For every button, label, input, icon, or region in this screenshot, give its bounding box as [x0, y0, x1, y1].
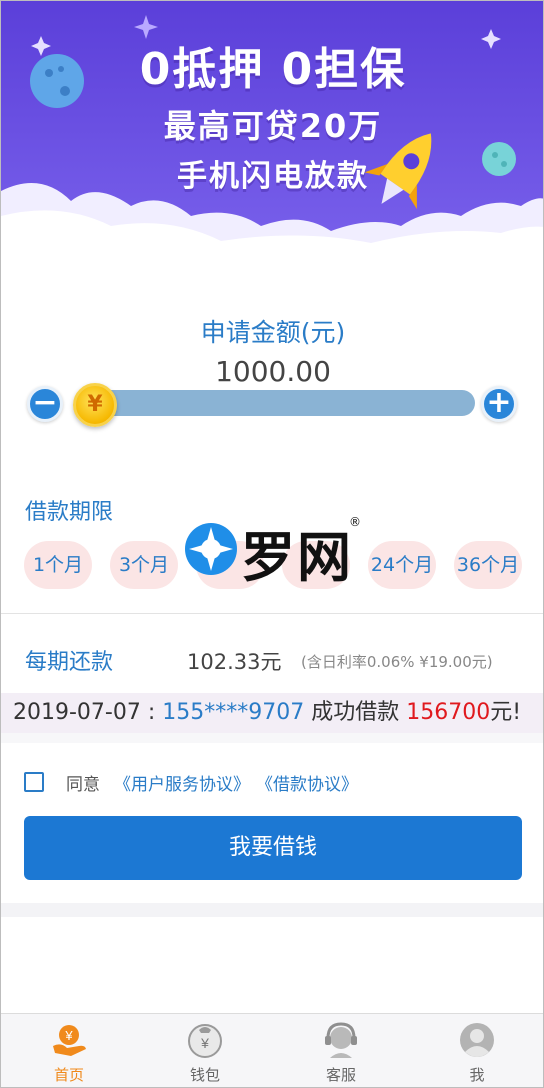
watermark-text: 罗网: [241, 526, 353, 589]
banner-max-amount: 最高可贷20万: [163, 107, 383, 145]
watermark-logo: 罗网 ®: [183, 513, 363, 589]
section-divider: [1, 613, 543, 614]
tab-customer-service[interactable]: 客服: [273, 1014, 409, 1087]
ticker-phone: 155****9707: [162, 700, 305, 725]
term-option-1-month[interactable]: 1个月: [24, 541, 92, 589]
term-title: 借款期限: [25, 500, 114, 525]
repay-label: 每期还款: [25, 650, 114, 675]
watermark-circle-icon: [185, 523, 237, 575]
tab-wallet-label: 钱包: [189, 1066, 220, 1084]
loan-ticker: 2019-07-07 : 155****9707 成功借款 156700元!: [1, 693, 543, 733]
amount-slider[interactable]: − ¥ +: [25, 383, 521, 427]
wallet-icon: ¥: [188, 1024, 222, 1058]
agree-text: 同意: [66, 775, 100, 795]
registered-mark: ®: [349, 515, 361, 529]
repay-value: 102.33元: [187, 650, 282, 674]
home-yen-icon: ¥: [53, 1025, 86, 1056]
ticker-suffix: 元!: [490, 700, 522, 725]
svg-text:¥: ¥: [64, 1028, 73, 1043]
tab-me[interactable]: 我: [409, 1014, 543, 1087]
term-option-36-months[interactable]: 36个月: [454, 541, 522, 589]
ticker-middle: 成功借款: [304, 700, 407, 725]
app-screen: 0抵押 0担保 最高可贷20万 手机闪电放款 申请金额(元) 1000.00 −…: [0, 0, 544, 1088]
tab-wallet[interactable]: ¥ 钱包: [137, 1014, 273, 1087]
customer-service-icon: [325, 1022, 357, 1058]
banner-fast-loan: 手机闪电放款: [177, 159, 369, 194]
borrow-button[interactable]: 我要借钱: [24, 816, 522, 880]
promo-banner[interactable]: 0抵押 0担保 最高可贷20万 手机闪电放款: [1, 1, 543, 263]
tab-home[interactable]: ¥ 首页: [1, 1014, 137, 1087]
slider-track[interactable]: [81, 390, 475, 416]
bottom-tab-bar: ¥ 首页 ¥ 钱包 客服 我: [1, 1013, 543, 1087]
section-gap-bottom: [1, 903, 543, 917]
ticker-date: 2019-07-07 :: [13, 700, 163, 725]
amount-title: 申请金额(元): [200, 318, 346, 347]
tab-customer-service-label: 客服: [325, 1066, 356, 1084]
agree-checkbox[interactable]: [24, 772, 44, 792]
section-gap: [1, 733, 543, 743]
loan-agreement-link[interactable]: 《借款协议》: [256, 770, 358, 795]
banner-headline: 0抵押 0担保: [139, 44, 407, 95]
ticker-amount: 156700: [406, 700, 491, 725]
slider-thumb[interactable]: ¥: [73, 383, 117, 427]
term-option-3-months[interactable]: 3个月: [110, 541, 178, 589]
user-icon: [460, 1023, 494, 1057]
tab-me-label: 我: [469, 1066, 485, 1084]
increase-amount-button[interactable]: +: [481, 386, 517, 422]
tab-home-label: 首页: [53, 1066, 84, 1084]
amount-value: 1000.00: [215, 355, 331, 388]
agreement-row: 同意 《用户服务协议》 《借款协议》: [24, 769, 524, 797]
svg-text:¥: ¥: [200, 1035, 209, 1051]
repay-note: (含日利率0.06% ¥19.00元): [301, 653, 493, 671]
decrease-amount-button[interactable]: −: [27, 386, 63, 422]
term-option-24-months[interactable]: 24个月: [368, 541, 436, 589]
user-service-agreement-link[interactable]: 《用户服务协议》: [114, 770, 250, 795]
